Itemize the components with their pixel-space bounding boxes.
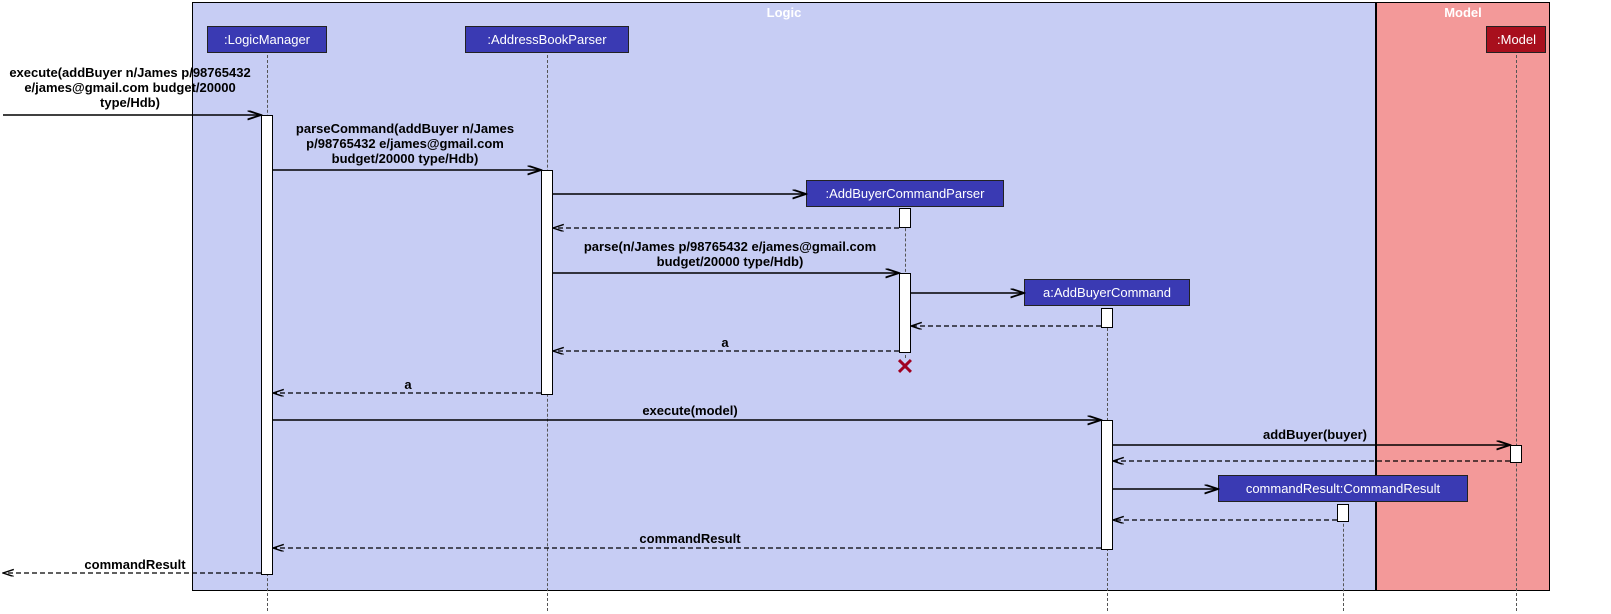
activation-add-buyer-command-parser-1 [899, 208, 911, 228]
participant-command-result: commandResult:CommandResult [1218, 475, 1468, 502]
participant-address-book-parser: :AddressBookParser [465, 26, 629, 53]
participant-model: :Model [1486, 26, 1546, 53]
msg-execute-addbuyer: execute(addBuyer n/James p/98765432 e/ja… [5, 66, 255, 111]
msg-parsecommand: parseCommand(addBuyer n/James p/98765432… [275, 122, 535, 167]
activation-logic-manager [261, 115, 273, 575]
lifeline-model [1516, 55, 1517, 611]
logic-region: Logic [192, 2, 1376, 591]
participant-add-buyer-command: a:AddBuyerCommand [1024, 279, 1190, 306]
activation-model [1510, 445, 1522, 463]
msg-addbuyer: addBuyer(buyer) [1250, 428, 1380, 443]
participant-logic-manager: :LogicManager [207, 26, 327, 53]
participant-add-buyer-command-parser: :AddBuyerCommandParser [806, 180, 1004, 207]
activation-add-buyer-command-parser-2 [899, 273, 911, 353]
logic-region-title: Logic [193, 3, 1375, 22]
msg-return-commandresult-2: commandResult [75, 558, 195, 573]
destroy-icon: ✕ [896, 354, 914, 380]
activation-add-buyer-command-1 [1101, 308, 1113, 328]
activation-add-buyer-command-2 [1101, 420, 1113, 550]
model-region: Model [1376, 2, 1550, 591]
activation-command-result [1337, 504, 1349, 522]
msg-return-commandresult-1: commandResult [620, 532, 760, 547]
msg-parse: parse(n/James p/98765432 e/james@gmail.c… [560, 240, 900, 270]
activation-address-book-parser [541, 170, 553, 395]
model-region-title: Model [1377, 3, 1549, 22]
msg-return-a-2: a [398, 378, 418, 393]
msg-return-a-1: a [715, 336, 735, 351]
msg-execute-model: execute(model) [620, 404, 760, 419]
